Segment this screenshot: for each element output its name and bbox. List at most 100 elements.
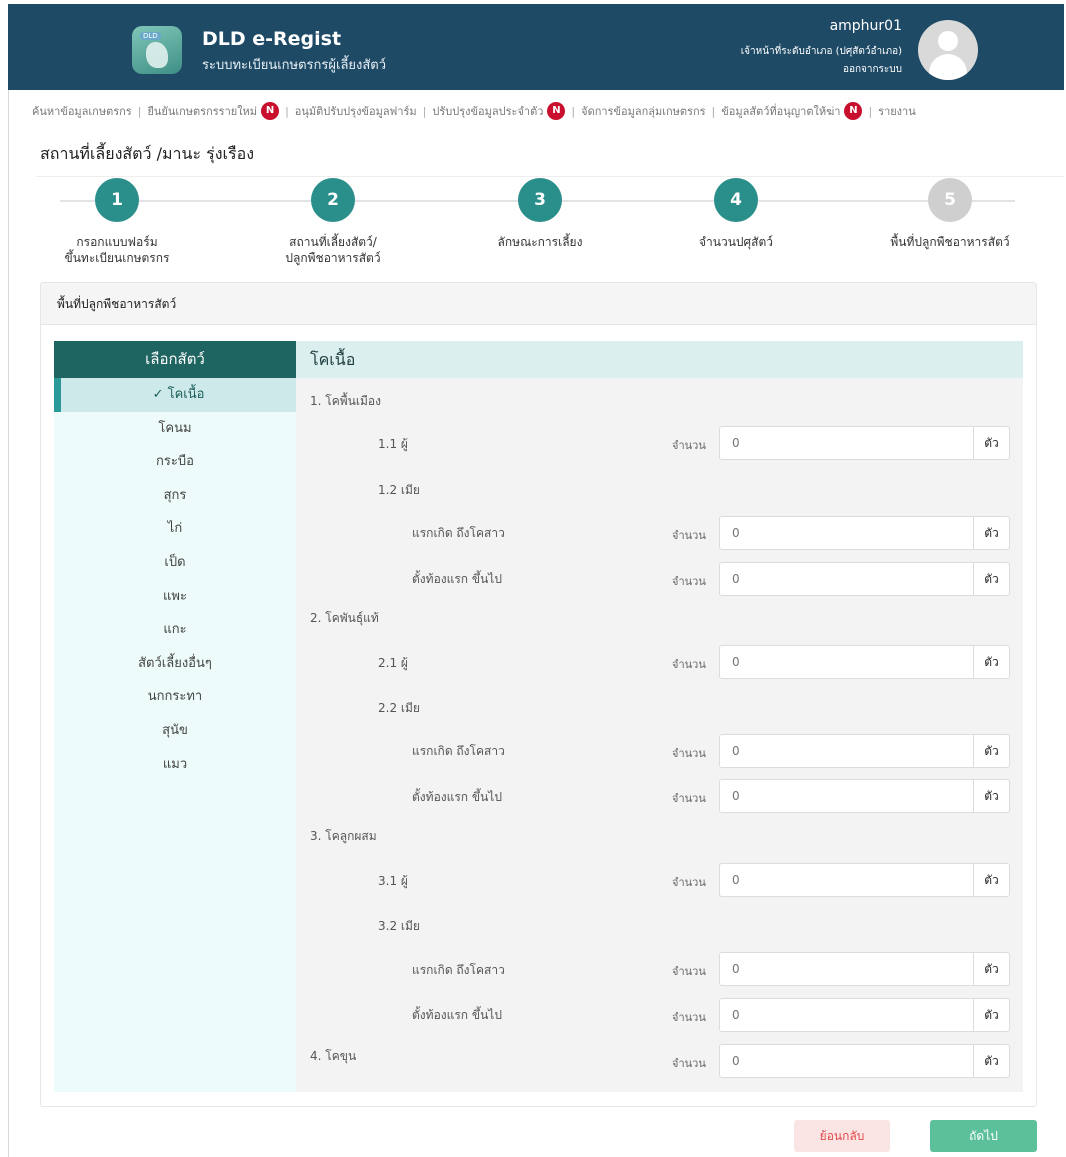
unit-label: ตัว bbox=[973, 426, 1010, 460]
sub-label-born-to-heifer: แรกเกิด ถึงโคสาว bbox=[412, 963, 505, 977]
nav-separator: | bbox=[137, 104, 142, 118]
animal-item-other[interactable]: สัตว์เลี้ยงอื่นๆ bbox=[54, 647, 296, 681]
count-label: จำนวน bbox=[672, 575, 706, 588]
count-label: จำนวน bbox=[672, 965, 706, 978]
native-heifer-input-group: ตัว bbox=[719, 516, 1010, 550]
count-label: จำนวน bbox=[672, 529, 706, 542]
thailand-map-icon bbox=[146, 42, 168, 68]
category-purebred-cattle: 2. โคพันธุ์แท้ bbox=[310, 611, 379, 625]
nav-item-slaughter-permit[interactable]: ข้อมูลสัตว์ที่อนุญาตให้ฆ่า N bbox=[721, 102, 863, 120]
step-1-circle: 1 bbox=[95, 178, 139, 222]
fattening-input-group: ตัว bbox=[719, 1044, 1010, 1078]
unit-label: ตัว bbox=[973, 516, 1010, 550]
logo-tag: DLD bbox=[140, 32, 161, 40]
animal-item-quail[interactable]: นกกระทา bbox=[54, 680, 296, 714]
animal-item-chicken[interactable]: ไก่ bbox=[54, 512, 296, 546]
unit-label: ตัว bbox=[973, 779, 1010, 813]
sub-label-first-pregnancy: ตั้งท้องแรก ขึ้นไป bbox=[412, 790, 502, 804]
nav-separator: | bbox=[422, 104, 427, 118]
animal-item-cat[interactable]: แมว bbox=[54, 748, 296, 782]
animal-item-dog[interactable]: สุนัข bbox=[54, 714, 296, 748]
category-crossbred-cattle: 3. โคลูกผสม bbox=[310, 829, 377, 843]
unit-label: ตัว bbox=[973, 998, 1010, 1032]
nav-separator: | bbox=[711, 104, 716, 118]
crossbred-male-input-group: ตัว bbox=[719, 863, 1010, 897]
unit-label: ตัว bbox=[973, 734, 1010, 768]
crossbred-pregnant-input-group: ตัว bbox=[719, 998, 1010, 1032]
new-badge: N bbox=[547, 102, 566, 120]
content-title: โคเนื้อ bbox=[296, 341, 1023, 378]
progress-stepper: 1 กรอกแบบฟอร์ม ขึ้นทะเบียนเกษตรกร 2 สถานท… bbox=[0, 178, 1066, 278]
nav-item-search-farmer[interactable]: ค้นหาข้อมูลเกษตรกร bbox=[32, 102, 132, 120]
sub-label-male: 2.1 ผู้ bbox=[378, 656, 408, 670]
count-label: จำนวน bbox=[672, 792, 706, 805]
unit-label: ตัว bbox=[973, 645, 1010, 679]
step-3-circle: 3 bbox=[518, 178, 562, 222]
step-4-circle: 4 bbox=[714, 178, 758, 222]
sidebar-title: เลือกสัตว์ bbox=[54, 341, 296, 378]
sub-label-first-pregnancy: ตั้งท้องแรก ขึ้นไป bbox=[412, 572, 502, 586]
purebred-heifer-count-input[interactable] bbox=[719, 734, 973, 768]
native-male-input-group: ตัว bbox=[719, 426, 1010, 460]
animal-item-sheep[interactable]: แกะ bbox=[54, 613, 296, 647]
animal-item-buffalo[interactable]: กระบือ bbox=[54, 445, 296, 479]
nav-item-approve-farm-update[interactable]: อนุมัติปรับปรุงข้อมูลฟาร์ม bbox=[295, 102, 417, 120]
purebred-pregnant-count-input[interactable] bbox=[719, 779, 973, 813]
unit-label: ตัว bbox=[973, 952, 1010, 986]
count-label: จำนวน bbox=[672, 1057, 706, 1070]
new-badge: N bbox=[261, 102, 280, 120]
nav-item-update-profile[interactable]: ปรับปรุงข้อมูลประจำตัว N bbox=[432, 102, 566, 120]
crossbred-male-count-input[interactable] bbox=[719, 863, 973, 897]
nav-item-confirm-new-farmer[interactable]: ยืนยันเกษตรกรรายใหม่ N bbox=[147, 102, 280, 120]
native-pregnant-input-group: ตัว bbox=[719, 562, 1010, 596]
category-fattening-cattle: 4. โคขุน bbox=[310, 1049, 357, 1063]
category-native-cattle: 1. โคพื้นเมือง bbox=[310, 394, 381, 408]
sub-label-male: 1.1 ผู้ bbox=[378, 437, 408, 451]
step-2-circle: 2 bbox=[311, 178, 355, 222]
new-badge: N bbox=[844, 102, 863, 120]
app-title: DLD e-Regist bbox=[202, 28, 342, 50]
crossbred-heifer-count-input[interactable] bbox=[719, 952, 973, 986]
purebred-male-count-input[interactable] bbox=[719, 645, 973, 679]
purebred-pregnant-input-group: ตัว bbox=[719, 779, 1010, 813]
animal-item-dairy-cattle[interactable]: โคนม bbox=[54, 412, 296, 446]
title-divider bbox=[36, 176, 1064, 177]
sub-label-female: 3.2 เมีย bbox=[378, 919, 420, 933]
count-label: จำนวน bbox=[672, 747, 706, 760]
count-label: จำนวน bbox=[672, 658, 706, 671]
sub-label-female: 2.2 เมีย bbox=[378, 701, 420, 715]
animal-item-duck[interactable]: เป็ด bbox=[54, 546, 296, 580]
main-nav: ค้นหาข้อมูลเกษตรกร | ยืนยันเกษตรกรรายใหม… bbox=[32, 100, 916, 122]
native-heifer-count-input[interactable] bbox=[719, 516, 973, 550]
nav-separator: | bbox=[868, 104, 873, 118]
app-header: DLD DLD e-Regist ระบบทะเบียนเกษตรกรผู้เล… bbox=[8, 4, 1064, 90]
nav-item-farmer-groups[interactable]: จัดการข้อมูลกลุ่มเกษตรกร bbox=[581, 102, 705, 120]
step-1-label: กรอกแบบฟอร์ม ขึ้นทะเบียนเกษตรกร bbox=[64, 235, 170, 265]
sub-label-born-to-heifer: แรกเกิด ถึงโคสาว bbox=[412, 744, 505, 758]
purebred-male-input-group: ตัว bbox=[719, 645, 1010, 679]
native-pregnant-count-input[interactable] bbox=[719, 562, 973, 596]
unit-label: ตัว bbox=[973, 562, 1010, 596]
unit-label: ตัว bbox=[973, 1044, 1010, 1078]
user-avatar-icon[interactable] bbox=[918, 20, 978, 80]
crossbred-pregnant-count-input[interactable] bbox=[719, 998, 973, 1032]
unit-label: ตัว bbox=[973, 863, 1010, 897]
step-2-label: สถานที่เลี้ยงสัตว์/ปลูกพืชอาหารสัตว์ bbox=[285, 235, 381, 265]
user-role: เจ้าหน้าที่ระดับอำเภอ (ปศุสัตว์อำเภอ) bbox=[740, 46, 902, 57]
logout-link[interactable]: ออกจากระบบ bbox=[843, 62, 902, 77]
purebred-heifer-input-group: ตัว bbox=[719, 734, 1010, 768]
nav-separator: | bbox=[285, 104, 289, 118]
back-button[interactable]: ย้อนกลับ bbox=[794, 1120, 890, 1152]
animal-item-beef-cattle[interactable]: ✓ โคเนื้อ bbox=[54, 378, 296, 412]
sub-label-first-pregnancy: ตั้งท้องแรก ขึ้นไป bbox=[412, 1008, 502, 1022]
native-male-count-input[interactable] bbox=[719, 426, 973, 460]
dld-logo: DLD bbox=[132, 26, 182, 74]
nav-item-reports[interactable]: รายงาน bbox=[878, 102, 916, 120]
next-button[interactable]: ถัดไป bbox=[930, 1120, 1037, 1152]
fattening-count-input[interactable] bbox=[719, 1044, 973, 1078]
sub-label-born-to-heifer: แรกเกิด ถึงโคสาว bbox=[412, 526, 505, 540]
animal-item-goat[interactable]: แพะ bbox=[54, 580, 296, 614]
animal-item-swine[interactable]: สุกร bbox=[54, 479, 296, 513]
nav-separator: | bbox=[571, 104, 576, 118]
count-label: จำนวน bbox=[672, 876, 706, 889]
